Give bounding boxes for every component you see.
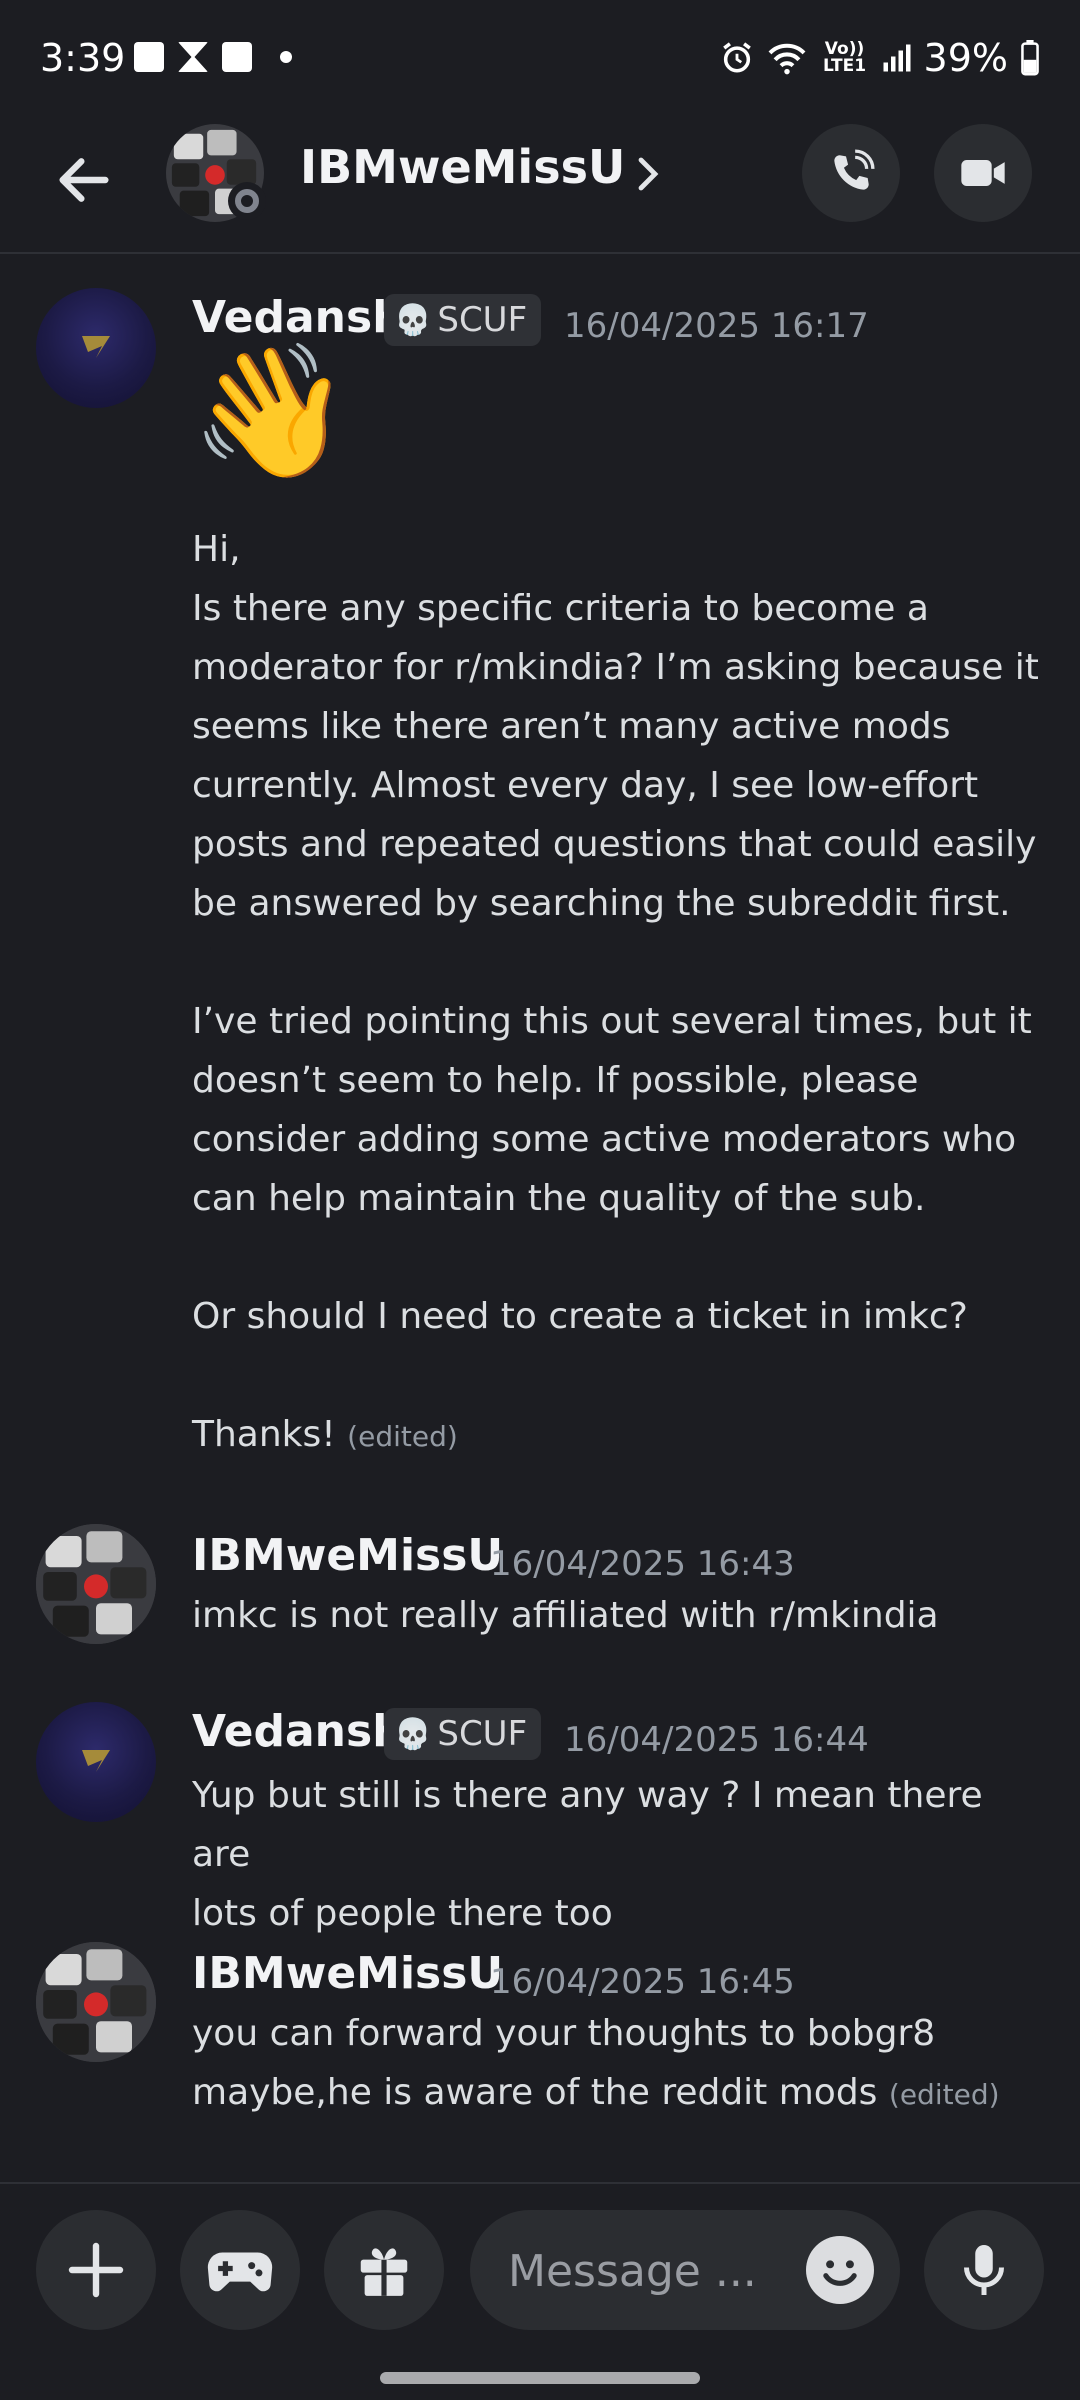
message-line: Or should I need to create a ticket in i…: [192, 1296, 968, 1337]
wifi-icon: [768, 43, 805, 75]
keyboard-avatar-image: [36, 1942, 156, 2062]
avatar[interactable]: [36, 288, 156, 408]
chevron-right-icon[interactable]: [632, 154, 662, 194]
message-line: can help maintain the quality of the sub…: [192, 1178, 926, 1219]
guild-tag-badge[interactable]: 💀 SCUF: [384, 294, 542, 346]
message-line: currently. Almost every day, I see low-e…: [192, 765, 979, 806]
phone-call-icon: [834, 149, 875, 190]
battery-icon: [1021, 40, 1039, 76]
avatar[interactable]: [36, 1942, 156, 2062]
badge-label: SCUF: [437, 300, 528, 340]
message-timestamp: 16/04/2025 16:44: [564, 1720, 869, 1760]
alarm-icon: [722, 42, 751, 73]
message-line: posts and repeated questions that could …: [192, 824, 1037, 865]
message-author[interactable]: IBMweMissU: [192, 1530, 503, 1581]
message-line: doesn’t seem to help. If possible, pleas…: [192, 1060, 919, 1101]
skull-icon: 💀: [394, 302, 432, 338]
mac-logo-icon: [82, 1750, 110, 1772]
notification-icons: [134, 42, 292, 72]
message-author[interactable]: IBMweMissU: [192, 1948, 503, 1999]
signal-icon: [883, 44, 911, 72]
back-arrow-icon[interactable]: [52, 148, 116, 212]
message-timestamp: 16/04/2025 16:43: [490, 1544, 795, 1584]
message-line: be answered by searching the subreddit f…: [192, 883, 1011, 924]
message-timestamp: 16/04/2025 16:45: [490, 1962, 795, 2002]
add-attachment-button[interactable]: [36, 2210, 156, 2330]
voice-call-button[interactable]: [802, 124, 900, 222]
avatar[interactable]: [36, 1524, 156, 1644]
message-line: Hi,: [192, 529, 241, 570]
message-input[interactable]: Message ...: [470, 2210, 900, 2330]
status-bar: 3:39 Vo)) LTE1 39%: [0, 0, 1080, 120]
video-camera-icon: [961, 160, 1005, 186]
waving-hand-emoji: 👋: [190, 335, 352, 487]
mac-logo-icon: [82, 336, 110, 358]
message-placeholder: Message ...: [508, 2246, 757, 2297]
message-line: imkc is not really affiliated with r/mki…: [192, 1595, 939, 1636]
chat-header: IBMweMissU: [0, 120, 1080, 254]
message-content[interactable]: Yup but still is there any way ? I mean …: [192, 1766, 1052, 1943]
message-timestamp: 16/04/2025 16:17: [564, 306, 869, 346]
avatar[interactable]: [36, 1702, 156, 1822]
guild-tag-badge[interactable]: 💀 SCUF: [384, 1708, 542, 1760]
activities-button[interactable]: [180, 2210, 300, 2330]
edited-label: (edited): [347, 1420, 458, 1453]
composer-bar: Message ...: [0, 2182, 1080, 2400]
system-icons: Vo)) LTE1 39%: [720, 36, 1040, 80]
video-call-button[interactable]: [934, 124, 1032, 222]
gift-button[interactable]: [324, 2210, 444, 2330]
message-line: I’ve tried pointing this out several tim…: [192, 1001, 1032, 1042]
battery-percentage: 39%: [923, 36, 1008, 80]
message-line: maybe,he is aware of the reddit mods: [192, 2072, 878, 2113]
gift-icon: [360, 2248, 408, 2296]
message-content[interactable]: imkc is not really affiliated with r/mki…: [192, 1586, 1052, 1645]
chat-title[interactable]: IBMweMissU: [300, 140, 625, 194]
idle-status-icon: [228, 182, 266, 220]
keyboard-avatar-image: [36, 1524, 156, 1644]
status-time: 3:39: [40, 36, 126, 80]
edited-label: (edited): [888, 2078, 1000, 2111]
message-line-last: Thanks! (edited): [192, 1405, 1052, 1466]
message-content[interactable]: Hi, Is there any specific criteria to be…: [192, 520, 1052, 1466]
message-line: consider adding some active moderators w…: [192, 1119, 1017, 1160]
gallery-notification-icon: [134, 42, 164, 72]
message-line: Thanks!: [192, 1414, 336, 1455]
emoji-button[interactable]: [806, 2236, 874, 2304]
message-line: seems like there aren’t many active mods: [192, 706, 951, 747]
home-indicator[interactable]: [380, 2372, 700, 2384]
skull-icon: 💀: [394, 1716, 432, 1752]
voice-message-button[interactable]: [924, 2210, 1044, 2330]
message-line: lots of people there too: [192, 1893, 613, 1934]
hourglass-notification-icon: [178, 42, 208, 72]
game-controller-icon: [207, 2252, 273, 2292]
message-content[interactable]: you can forward your thoughts to bobgr8 …: [192, 2004, 1052, 2124]
checkbox-notification-icon: [222, 42, 252, 72]
badge-label: SCUF: [437, 1714, 528, 1754]
microphone-icon: [964, 2245, 1004, 2295]
plus-icon: [68, 2242, 124, 2298]
message-line: Is there any specific criteria to become…: [192, 588, 929, 629]
network-label: Vo)) LTE1: [823, 39, 867, 76]
smiley-face-icon: [823, 2260, 857, 2286]
dm-screen: 3:39 Vo)) LTE1 39% IBMweMissU Vedansh 💀 …: [0, 0, 1080, 2400]
more-notifications-dot-icon: [280, 51, 292, 63]
message-line: Yup but still is there any way ? I mean …: [192, 1775, 983, 1875]
message-line: moderator for r/mkindia? I’m asking beca…: [192, 647, 1039, 688]
message-line-last: maybe,he is aware of the reddit mods (ed…: [192, 2063, 1052, 2124]
message-author[interactable]: Vedansh: [192, 1706, 404, 1757]
message-line: you can forward your thoughts to bobgr8: [192, 2013, 936, 2054]
